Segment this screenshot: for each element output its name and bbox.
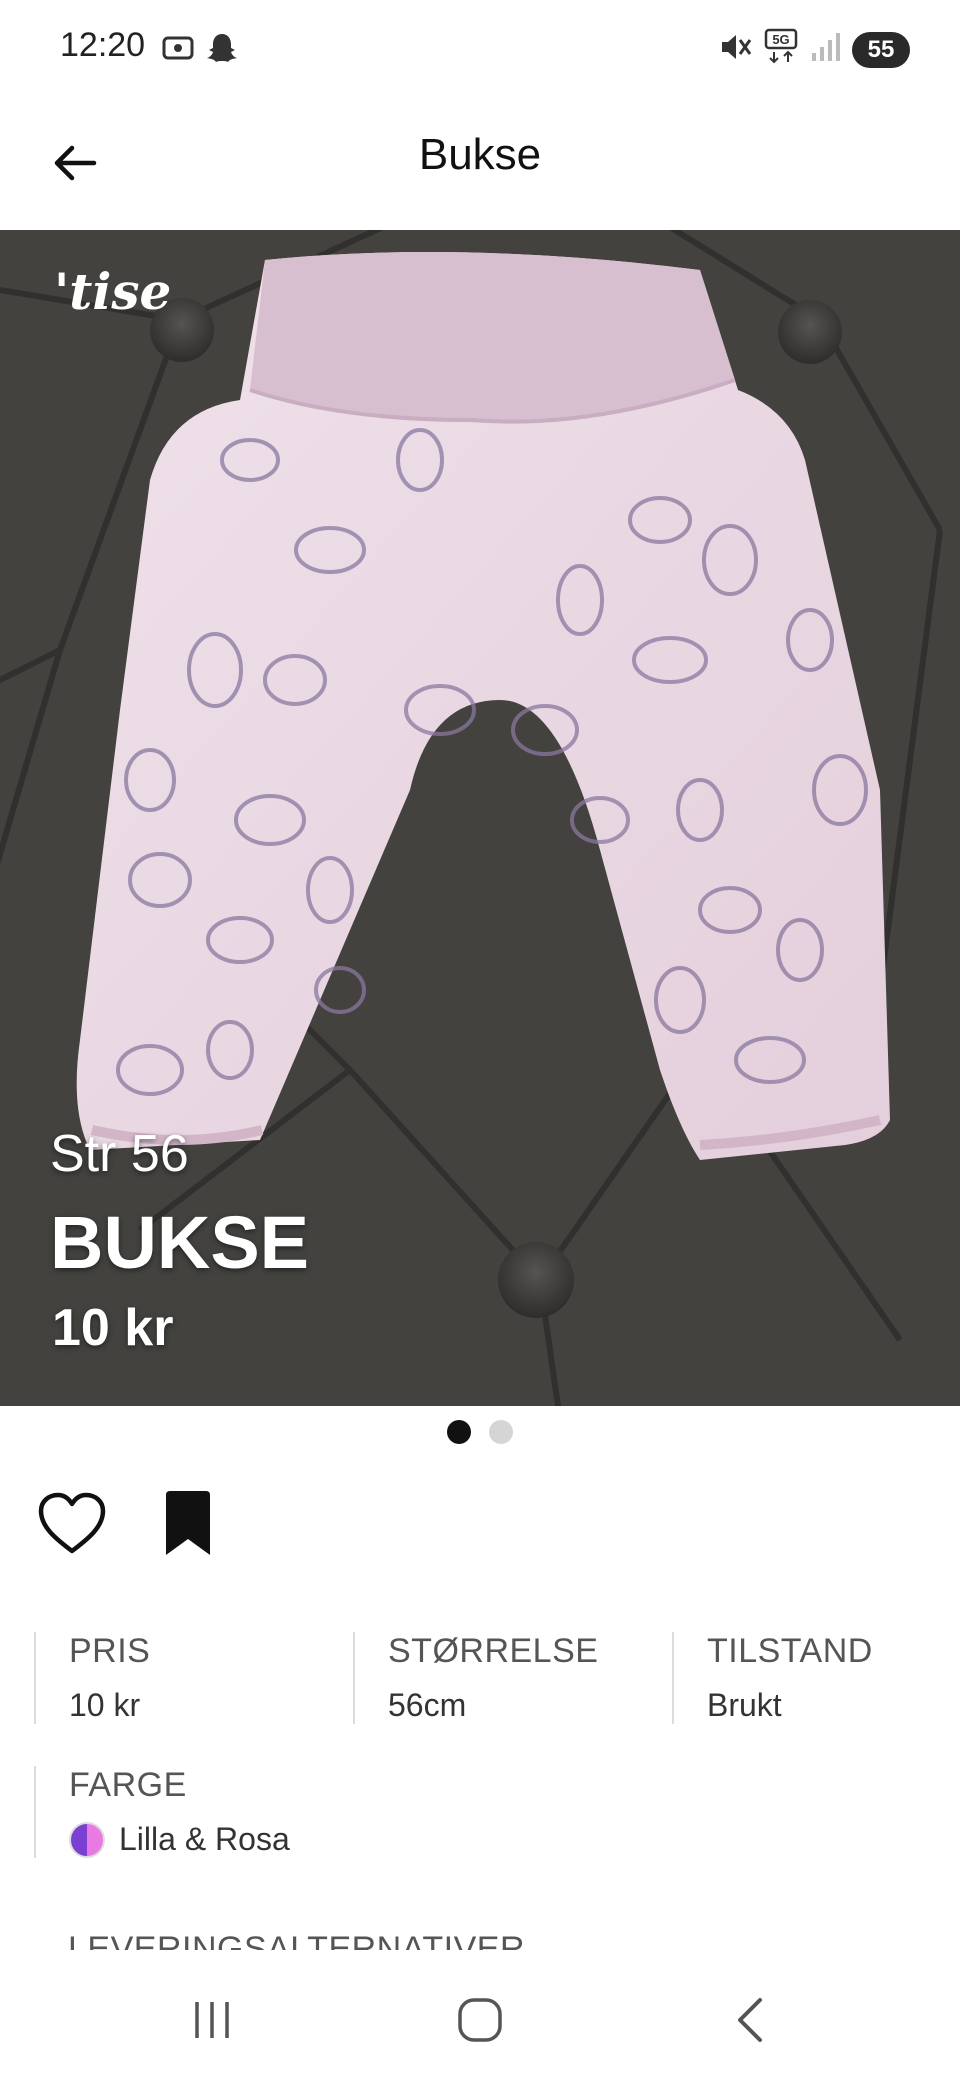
heart-icon [38, 1492, 106, 1554]
detail-color-value: Lilla & Rosa [119, 1821, 290, 1857]
home-icon [458, 1998, 502, 2042]
status-bar: 12:20 5G 55 [0, 0, 960, 100]
detail-condition: TILSTAND Brukt [672, 1632, 873, 1724]
recent-apps-icon [195, 2002, 229, 2038]
detail-size-value: 56cm [388, 1687, 467, 1723]
pager-dot-active[interactable] [447, 1420, 471, 1444]
bookmark-icon [166, 1491, 210, 1555]
detail-color-label: FARGE [69, 1766, 187, 1804]
screenshot-icon [160, 30, 196, 71]
detail-price-label: PRIS [69, 1632, 151, 1670]
detail-color-row: Lilla & Rosa [69, 1821, 290, 1858]
detail-price-value: 10 kr [69, 1687, 141, 1723]
network-5g-icon: 5G [764, 28, 798, 71]
recent-apps-button[interactable] [172, 1990, 252, 2050]
save-button[interactable] [150, 1486, 226, 1562]
delivery-section-label: LEVERINGSALTERNATIVER [68, 1930, 526, 1950]
action-row [34, 1486, 226, 1562]
pager-dot[interactable] [489, 1420, 513, 1444]
image-pager [0, 1420, 960, 1444]
signal-icon [810, 31, 840, 68]
mute-icon [718, 30, 752, 69]
hero-size-text: Str 56 [50, 1125, 189, 1183]
page-title: Bukse [418, 130, 542, 179]
nav-back-button[interactable] [710, 1990, 790, 2050]
home-button[interactable] [440, 1990, 520, 2050]
app-bar: Bukse [0, 100, 960, 230]
product-image[interactable]: 'tise Str 56 BUKSE 10 kr [0, 230, 960, 1406]
detail-size-label: STØRRELSE [388, 1632, 599, 1670]
system-nav-bar [0, 1950, 960, 2080]
snapchat-icon [204, 30, 240, 71]
color-swatch [69, 1821, 105, 1858]
detail-condition-label: TILSTAND [707, 1632, 873, 1670]
status-icons-right: 5G 55 [718, 28, 910, 71]
hero-price: 10 kr [52, 1299, 174, 1357]
like-button[interactable] [34, 1486, 110, 1562]
detail-condition-value: Brukt [707, 1687, 782, 1723]
status-icons-left [160, 30, 240, 71]
detail-size: STØRRELSE 56cm [353, 1632, 598, 1724]
status-time: 12:20 [60, 26, 146, 64]
detail-color: FARGE Lilla & Rosa [34, 1766, 290, 1858]
svg-text:5G: 5G [772, 32, 789, 47]
hero-title: BUKSE [50, 1201, 310, 1284]
brand-watermark: 'tise [54, 262, 172, 321]
back-icon [738, 1998, 762, 2042]
detail-price: PRIS 10 kr [34, 1632, 150, 1724]
battery-indicator: 55 [852, 31, 910, 68]
